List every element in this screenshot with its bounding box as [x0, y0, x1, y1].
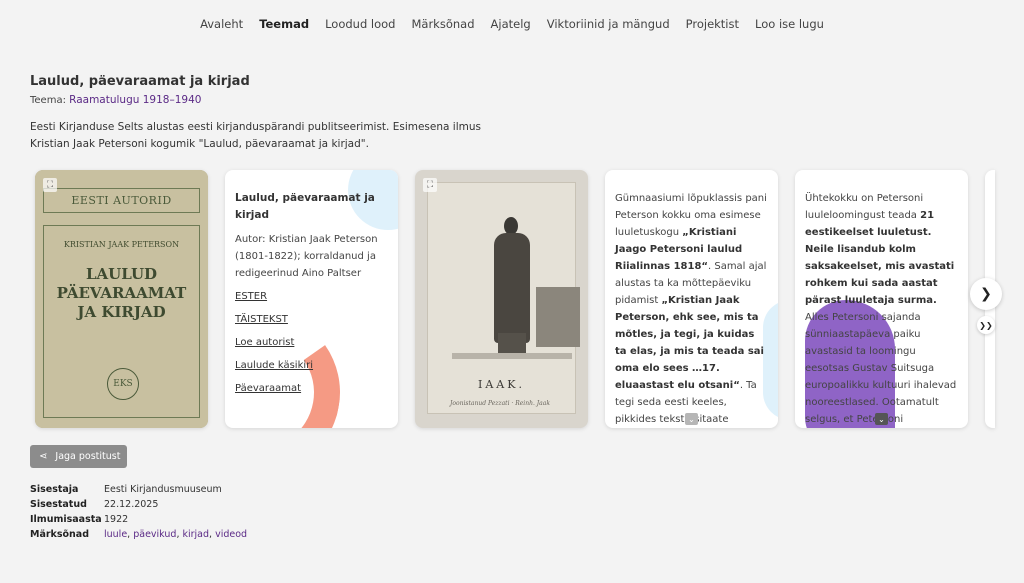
- tag-link[interactable]: luule: [104, 529, 127, 540]
- link-ester[interactable]: ESTER: [235, 288, 388, 305]
- book-cover-image: EESTI AUTORID KRISTIAN JAAK PETERSON LAU…: [35, 170, 208, 428]
- text-card-body: Ühtekokku on Petersoni luuleloomingust t…: [795, 170, 968, 428]
- text-card-body: Gümnaasiumi lõpuklassis pani Peterson ko…: [605, 170, 778, 428]
- share-icon: ⋖: [39, 451, 48, 462]
- carousel-next-button[interactable]: ❯: [970, 278, 1002, 310]
- text-segment-bold: „Kristian Jaak Peterson, ehk see, mis ta…: [615, 295, 764, 391]
- link-laulude-kasikiri[interactable]: Laulude käsikiri: [235, 357, 388, 374]
- portrait-signature: Joonistanud Pezzati · Reinh. Jaak: [450, 400, 550, 407]
- post-details: Sisestaja Eesti Kirjandusmuuseum Sisesta…: [30, 482, 247, 542]
- chevron-down-icon[interactable]: ⌄: [875, 413, 888, 425]
- detail-row: Märksõnad luule, päevikud, kirjad, video…: [30, 527, 247, 542]
- text-segment: Alles Petersoni sajanda sünniaastapäeva …: [805, 312, 957, 425]
- portrait-engraving: IAAK. Joonistanud Pezzati · Reinh. Jaak: [427, 182, 580, 414]
- detail-label: Sisestatud: [30, 499, 87, 510]
- link-paevaraamat[interactable]: Päevaraamat: [235, 380, 388, 397]
- fullscreen-icon[interactable]: ⛶: [43, 178, 57, 192]
- nav-item-projektist[interactable]: Projektist: [678, 17, 747, 31]
- carousel-end-button[interactable]: ❯❯: [977, 316, 995, 334]
- detail-label: Sisestaja: [30, 484, 79, 495]
- tag-link[interactable]: videod: [215, 529, 247, 540]
- portrait-table: [536, 287, 580, 347]
- tag-link[interactable]: kirjad: [182, 529, 209, 540]
- detail-value: Eesti Kirjandusmuuseum: [104, 484, 222, 495]
- text-segment-bold: 21 eestikeelset luuletust. Neile lisandu…: [805, 210, 955, 306]
- portrait-caption: IAAK.: [478, 378, 525, 391]
- cover-author: KRISTIAN JAAK PETERSON: [63, 240, 180, 249]
- nav-item-loo-ise-lugu[interactable]: Loo ise lugu: [747, 17, 832, 31]
- share-label: Jaga postitust: [55, 451, 121, 462]
- info-card: Laulud, päevaraamat ja kirjad Autor: Kri…: [225, 170, 398, 428]
- share-button[interactable]: ⋖ Jaga postitust: [30, 445, 127, 468]
- tag-link[interactable]: päevikud: [133, 529, 176, 540]
- cover-title-line: JA KIRJAD: [77, 303, 166, 321]
- detail-value: 1922: [104, 514, 129, 525]
- nav-item-teemad[interactable]: Teemad: [251, 17, 317, 31]
- portrait-figure: [498, 333, 526, 353]
- cover-series: EESTI AUTORID: [43, 188, 200, 213]
- cover-seal: EKS: [107, 368, 139, 400]
- top-navigation: Avaleht Teemad Loodud lood Märksõnad Aja…: [0, 17, 1024, 31]
- nav-item-marksonad[interactable]: Märksõnad: [403, 17, 482, 31]
- nav-item-ajatelg[interactable]: Ajatelg: [483, 17, 539, 31]
- detail-row: Ilmumisaasta 1922: [30, 512, 247, 527]
- link-loe-autorist[interactable]: Loe autorist: [235, 334, 388, 351]
- nav-item-loodud-lood[interactable]: Loodud lood: [317, 17, 403, 31]
- theme-link[interactable]: Raamatulugu 1918–1940: [69, 94, 201, 106]
- detail-row: Sisestaja Eesti Kirjandusmuuseum: [30, 482, 247, 497]
- detail-label: Ilmumisaasta: [30, 514, 102, 525]
- text-segment: Ühtekokku on Petersoni luuleloomingust t…: [805, 193, 924, 221]
- fullscreen-icon[interactable]: ⛶: [423, 178, 437, 192]
- portrait-figure: [494, 233, 530, 343]
- detail-label: Märksõnad: [30, 529, 90, 540]
- detail-value: 22.12.2025: [104, 499, 159, 510]
- portrait-card[interactable]: IAAK. Joonistanud Pezzati · Reinh. Jaak …: [415, 170, 588, 428]
- info-card-meta: Autor: Kristian Jaak Peterson (1801-1822…: [235, 234, 378, 279]
- book-cover-card[interactable]: EESTI AUTORID KRISTIAN JAAK PETERSON LAU…: [35, 170, 208, 428]
- portrait-floor: [452, 353, 572, 359]
- chevron-down-icon[interactable]: ⌄: [685, 413, 698, 425]
- theme-line: Teema: Raamatulugu 1918–1940: [30, 94, 201, 106]
- info-card-title: Laulud, päevaraamat ja kirjad: [235, 192, 375, 221]
- cover-title: LAULUD PÄEVARAAMAT JA KIRJAD: [35, 265, 208, 322]
- cover-title-line: PÄEVARAAMAT: [56, 284, 187, 302]
- detail-row: Sisestatud 22.12.2025: [30, 497, 247, 512]
- page-title: Laulud, päevaraamat ja kirjad: [30, 74, 250, 89]
- intro-text: Eesti Kirjanduse Selts alustas eesti kir…: [30, 121, 481, 150]
- tag-list: luule, päevikud, kirjad, videod: [104, 529, 248, 540]
- link-taistekst[interactable]: TÄISTEKST: [235, 311, 388, 328]
- nav-item-viktoriinid[interactable]: Viktoriinid ja mängud: [539, 17, 678, 31]
- text-card: Gümnaasiumi lõpuklassis pani Peterson ko…: [605, 170, 778, 428]
- theme-label: Teema:: [30, 95, 66, 106]
- text-card: Ühtekokku on Petersoni luuleloomingust t…: [795, 170, 968, 428]
- cover-title-line: LAULUD: [85, 265, 158, 283]
- nav-item-avaleht[interactable]: Avaleht: [192, 17, 251, 31]
